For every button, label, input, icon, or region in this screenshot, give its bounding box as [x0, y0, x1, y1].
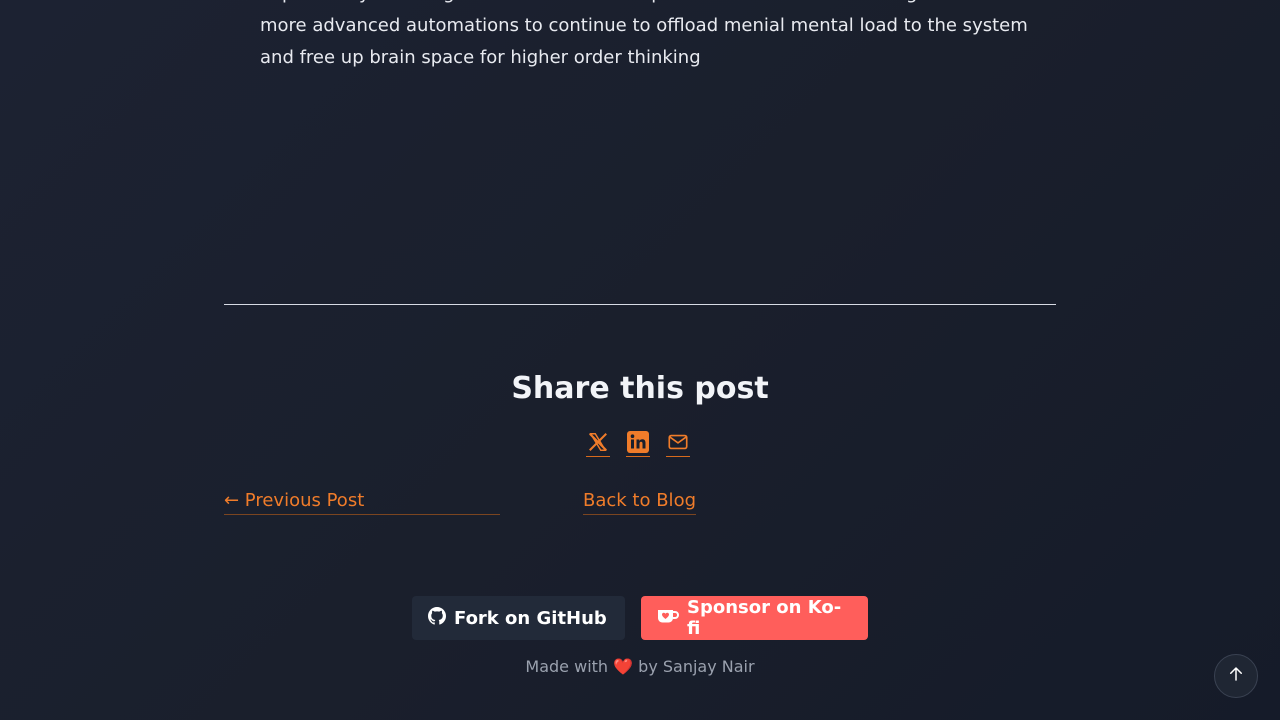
fork-on-github-label: Fork on GitHub	[454, 607, 607, 629]
x-twitter-icon[interactable]	[586, 429, 610, 457]
mail-icon[interactable]	[666, 429, 690, 457]
heart-icon: ❤️	[613, 657, 634, 676]
previous-post-link[interactable]: ← Previous Post	[224, 488, 500, 515]
sponsor-on-kofi-button[interactable]: Sponsor on Ko-fi	[641, 596, 868, 640]
kofi-cup-icon	[657, 607, 680, 630]
arrow-up-icon	[1227, 665, 1245, 687]
page: Explore ways to integrate LLMs into the …	[0, 0, 1280, 720]
linkedin-icon[interactable]	[626, 429, 650, 457]
made-with-credit: Made with ❤️ by Sanjay Nair	[0, 657, 1280, 677]
share-title: Share this post	[511, 371, 769, 406]
made-with-author: by Sanjay Nair	[638, 657, 755, 676]
footer-buttons: Fork on GitHub Sponsor on Ko-fi	[0, 596, 1280, 640]
scroll-to-top-button[interactable]	[1214, 654, 1258, 698]
fork-on-github-button[interactable]: Fork on GitHub	[412, 596, 625, 640]
sponsor-on-kofi-label: Sponsor on Ko-fi	[687, 597, 842, 639]
github-icon	[428, 606, 446, 630]
back-to-blog-link[interactable]: Back to Blog	[583, 488, 697, 515]
divider	[224, 304, 1056, 305]
article-paragraph: Explore ways to integrate LLMs into the …	[260, 0, 1028, 68]
share-icons	[586, 429, 690, 457]
post-navigation: ← Previous Post Back to Blog	[224, 488, 1056, 518]
article-text: Explore ways to integrate LLMs into the …	[260, 0, 1050, 74]
made-with-prefix: Made with	[525, 657, 609, 676]
